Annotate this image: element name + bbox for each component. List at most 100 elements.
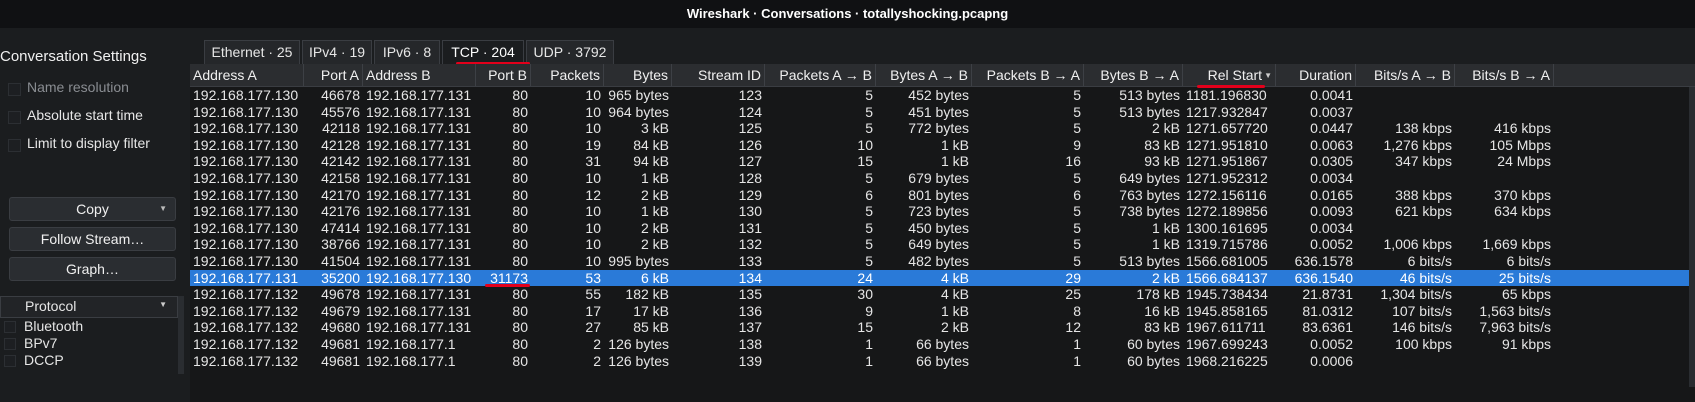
cell-bytes: 17 kB bbox=[633, 302, 669, 319]
column-header-port-b[interactable]: Port B bbox=[476, 64, 531, 86]
checkbox-box[interactable] bbox=[8, 139, 21, 152]
checkbox-box[interactable] bbox=[4, 355, 16, 367]
column-header-bits-b-a[interactable]: Bits/s B → A bbox=[1455, 64, 1554, 86]
follow-stream-button[interactable]: Follow Stream… bbox=[9, 227, 176, 251]
cell-rel-start: 1271.657720 bbox=[1186, 120, 1268, 137]
cell-port-a: 42158 bbox=[321, 170, 360, 186]
cell-bytes-a-b: 4 kB bbox=[940, 286, 969, 303]
protocol-item-dccp[interactable]: DCCP bbox=[0, 352, 176, 369]
cell-bits-b-a: 370 kbps bbox=[1494, 186, 1551, 203]
cell-bits-b-a bbox=[1455, 104, 1554, 121]
cell-bytes-b-a: 513 bytes bbox=[1119, 103, 1180, 120]
cell-bits-b-a bbox=[1455, 353, 1554, 370]
protocol-column-header[interactable]: Protocol ▼ bbox=[0, 296, 178, 318]
cell-address-a: 192.168.177.132 bbox=[193, 302, 299, 319]
cell-packets-b-a: 5 bbox=[1073, 120, 1081, 137]
checkbox-box[interactable] bbox=[8, 111, 21, 124]
copy-button[interactable]: Copy ▼ bbox=[9, 197, 176, 221]
column-header-packets-b-a[interactable]: Packets B → A bbox=[972, 64, 1084, 86]
column-header-address-b[interactable]: Address B bbox=[363, 64, 476, 86]
cell-address-a: 192.168.177.132 bbox=[193, 336, 299, 352]
cell-rel-start: 1967.699243 bbox=[1186, 336, 1268, 352]
cell-packets: 53 bbox=[585, 269, 601, 286]
column-header-bytes[interactable]: Bytes bbox=[604, 64, 672, 86]
table-row[interactable]: 192.168.177.130 47414 192.168.177.131 80 10 2… bbox=[190, 220, 1695, 237]
cell-rel-start: 1272.156116 bbox=[1186, 186, 1267, 203]
name-resolution-checkbox[interactable]: Name resolution bbox=[8, 78, 183, 98]
table-scrollbar[interactable] bbox=[1689, 87, 1695, 387]
checkbox-box[interactable] bbox=[4, 338, 16, 350]
absolute-start-time-label: Absolute start time bbox=[27, 107, 143, 123]
tab-ipv4[interactable]: IPv4 · 19 bbox=[302, 40, 372, 64]
cell-packets-b-a: 16 bbox=[1065, 153, 1081, 170]
cell-bytes: 126 bytes bbox=[608, 352, 669, 369]
cell-bits-b-a bbox=[1455, 170, 1554, 187]
table-row[interactable]: 192.168.177.130 42158 192.168.177.131 80 10 1… bbox=[190, 170, 1695, 187]
column-header-bytes-a-b[interactable]: Bytes A → B bbox=[876, 64, 972, 86]
table-row[interactable]: 192.168.177.130 42176 192.168.177.131 80 10 1… bbox=[190, 203, 1695, 220]
table-row[interactable]: 192.168.177.130 45576 192.168.177.131 80 10 9… bbox=[190, 104, 1695, 121]
table-row[interactable]: 192.168.177.132 49680 192.168.177.131 80 27 8… bbox=[190, 319, 1695, 336]
absolute-start-time-checkbox[interactable]: Absolute start time bbox=[8, 106, 183, 126]
table-row[interactable]: 192.168.177.131 35200 192.168.177.130 31173… bbox=[190, 269, 1695, 287]
cell-packets-a-b: 5 bbox=[865, 120, 873, 137]
column-header-bits-a-b[interactable]: Bits/s A → B bbox=[1356, 64, 1455, 86]
cell-packets: 10 bbox=[585, 203, 601, 220]
conversation-settings-panel: Conversation Settings Name resolution Ab… bbox=[0, 28, 190, 402]
tab-ipv6[interactable]: IPv6 · 8 bbox=[374, 40, 440, 64]
cell-bits-a-b: 347 kbps bbox=[1395, 153, 1452, 170]
cell-bytes: 1 kB bbox=[640, 203, 669, 220]
cell-port-b: 80 bbox=[512, 87, 528, 103]
table-row[interactable]: 192.168.177.132 49681 192.168.177.1 80 2 126 … bbox=[190, 353, 1695, 370]
cell-address-a: 192.168.177.130 bbox=[193, 170, 299, 186]
column-header-stream-id[interactable]: Stream ID bbox=[672, 64, 765, 86]
cell-packets-b-a: 6 bbox=[1073, 186, 1081, 203]
column-header-port-a[interactable]: Port A bbox=[304, 64, 363, 86]
table-row[interactable]: 192.168.177.132 49678 192.168.177.131 80 55 1… bbox=[190, 286, 1695, 303]
column-header-rel-start[interactable]: Rel Start ▼ bbox=[1183, 64, 1276, 86]
cell-port-b: 80 bbox=[512, 319, 528, 336]
column-header-duration[interactable]: Duration bbox=[1276, 64, 1356, 86]
protocol-item-bluetooth[interactable]: Bluetooth bbox=[0, 318, 176, 335]
checkbox-box[interactable] bbox=[4, 321, 16, 333]
cell-bytes-a-b: 4 kB bbox=[940, 269, 969, 286]
cell-port-a: 35200 bbox=[321, 269, 360, 286]
graph-button[interactable]: Graph… bbox=[9, 257, 176, 281]
protocol-list-scrollbar[interactable] bbox=[178, 296, 184, 374]
conversations-table[interactable]: Address A Port A Address B Port B Packet… bbox=[190, 64, 1695, 402]
cell-rel-start: 1271.951867 bbox=[1186, 153, 1268, 170]
protocol-item-bpv7[interactable]: BPv7 bbox=[0, 335, 176, 352]
cell-stream-id: 135 bbox=[738, 286, 762, 303]
checkbox-box[interactable] bbox=[8, 83, 21, 96]
cell-bits-a-b: 621 kbps bbox=[1395, 203, 1452, 220]
cell-duration: 636.1540 bbox=[1294, 269, 1353, 286]
table-row[interactable]: 192.168.177.130 46678 192.168.177.131 80 10 9… bbox=[190, 87, 1695, 104]
column-header-address-a[interactable]: Address A bbox=[190, 64, 304, 86]
table-row[interactable]: 192.168.177.132 49681 192.168.177.1 80 2 126 … bbox=[190, 336, 1695, 353]
cell-bytes-a-b: 66 bytes bbox=[916, 352, 969, 369]
tab-ethernet[interactable]: Ethernet · 25 bbox=[204, 40, 300, 64]
limit-to-display-filter-checkbox[interactable]: Limit to display filter bbox=[8, 134, 183, 154]
table-row[interactable]: 192.168.177.130 41504 192.168.177.131 80 10 9… bbox=[190, 253, 1695, 270]
cell-address-b: 192.168.177.131 bbox=[366, 236, 472, 253]
table-row[interactable]: 192.168.177.130 42142 192.168.177.131 80 31 9… bbox=[190, 153, 1695, 170]
cell-packets-b-a: 29 bbox=[1065, 269, 1081, 286]
cell-packets-b-a: 1 bbox=[1073, 352, 1081, 369]
table-row[interactable]: 192.168.177.130 38766 192.168.177.131 80 10 2… bbox=[190, 236, 1695, 253]
cell-packets-a-b: 6 bbox=[865, 186, 873, 203]
table-row[interactable]: 192.168.177.130 42170 192.168.177.131 80 12 2… bbox=[190, 187, 1695, 204]
cell-address-b: 192.168.177.131 bbox=[366, 170, 472, 186]
cell-address-a: 192.168.177.130 bbox=[193, 253, 299, 269]
column-header-packets-a-b[interactable]: Packets A → B bbox=[765, 64, 876, 86]
column-header-bytes-b-a[interactable]: Bytes B → A bbox=[1084, 64, 1183, 86]
cell-port-a: 46678 bbox=[321, 87, 360, 103]
cell-rel-start: 1271.951810 bbox=[1186, 136, 1268, 153]
cell-packets-a-b: 5 bbox=[865, 87, 873, 103]
table-row[interactable]: 192.168.177.132 49679 192.168.177.131 80 17 1… bbox=[190, 303, 1695, 320]
cell-port-b: 80 bbox=[512, 253, 528, 269]
cell-packets: 10 bbox=[585, 219, 601, 236]
column-header-packets[interactable]: Packets bbox=[531, 64, 604, 86]
table-row[interactable]: 192.168.177.130 42128 192.168.177.131 80 19 8… bbox=[190, 137, 1695, 154]
table-row[interactable]: 192.168.177.130 42118 192.168.177.131 80 10 3… bbox=[190, 120, 1695, 137]
tab-udp[interactable]: UDP · 3792 bbox=[526, 40, 614, 64]
